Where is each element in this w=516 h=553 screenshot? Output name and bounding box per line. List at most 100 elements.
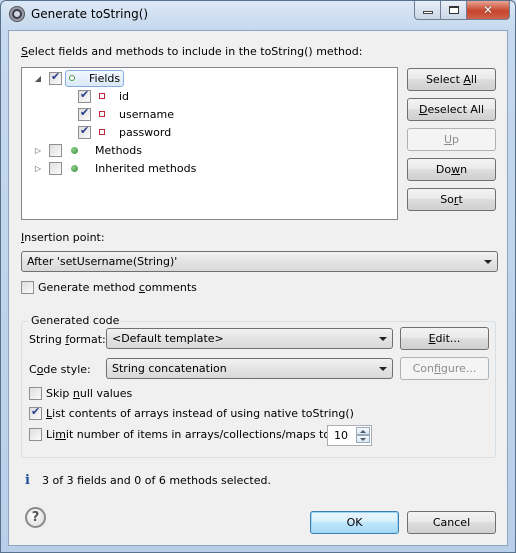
selection-label-text: elect fields and methods to include in t… [27,45,363,58]
list-arrays-checkbox[interactable] [29,405,42,420]
dialog-window: Generate toString() ✕ Select fields and … [0,0,516,553]
limit-items-checkbox[interactable] [29,428,42,441]
btn-text: eselect All [427,103,485,116]
tree-node-id[interactable]: id [78,87,129,105]
label-text: ormat: [69,333,106,346]
ok-button[interactable]: OK [310,511,399,534]
label-text: C [29,363,37,376]
edit-button[interactable]: Edit... [400,327,489,350]
public-method-icon [71,164,78,172]
btn-text: Do [435,163,452,176]
option-label: Generate method comments [38,281,197,294]
code-style-label: Code style: [29,363,91,376]
tree-node-username[interactable]: username [78,105,174,123]
collapse-arrow-icon[interactable]: ◢ [33,74,43,83]
methods-checkbox[interactable] [49,143,62,157]
help-icon[interactable]: ? [25,507,46,528]
up-button[interactable]: Up [407,128,496,151]
fields-checkbox[interactable] [49,70,62,85]
minimize-button[interactable] [414,1,441,20]
spinner-value[interactable]: 10 [334,429,348,442]
tree-node-inherited-methods[interactable]: ▷ Inherited methods [33,159,196,177]
tree-selection: Fields [65,69,125,87]
skip-null-checkbox[interactable] [29,387,42,400]
down-button[interactable]: Down [407,158,496,181]
insertion-point-dropdown[interactable]: After 'setUsername(String)' [21,251,498,272]
info-icon: i [25,473,30,488]
limit-items-option[interactable]: Limit number of items in arrays/collecti… [29,428,330,441]
mnemonic: f [433,362,441,375]
btn-text: p [452,133,460,146]
minimize-icon [422,11,433,14]
chevron-down-icon [484,260,492,264]
username-checkbox[interactable] [78,106,91,121]
title-bar[interactable]: Generate toString() ✕ [1,1,515,27]
generated-code-group: Generated code String format: <Default t… [21,314,496,458]
mnemonic: S [21,45,28,58]
tree-node-label: username [119,107,174,121]
spinner-up-icon[interactable] [356,427,370,435]
limit-items-spinner[interactable]: 10 [327,425,372,446]
sort-button[interactable]: Sort [407,188,496,211]
mnemonic: E [428,332,436,345]
dropdown-value: <Default template> [112,332,224,345]
configure-button[interactable]: Configure... [400,357,489,380]
tree-node-methods[interactable]: ▷ Methods [33,141,142,159]
field-group-icon [69,75,75,81]
tree-node-fields[interactable]: ◢ Fields [33,69,125,87]
close-button[interactable]: ✕ [467,1,510,20]
label-text: Li [46,428,56,441]
option-label: Limit number of items in arrays/collecti… [46,428,330,441]
label-text: nsertion point: [24,231,105,244]
generate-comments-option[interactable]: Generate method comments [21,281,197,294]
label-text: ist contents of arrays instead of using … [52,407,354,420]
private-field-icon [99,93,105,99]
dialog-content: Select fields and methods to include in … [8,30,508,546]
expand-arrow-icon[interactable]: ▷ [33,146,43,155]
string-format-label: String format: [29,333,106,346]
deselect-all-button[interactable]: Deselect All [407,98,496,121]
btn-text: t [458,193,463,206]
string-format-dropdown[interactable]: <Default template> [106,328,393,349]
tree-node-label: password [119,125,172,139]
chevron-down-icon [379,367,387,371]
tree-node-label: id [119,89,130,103]
option-label: List contents of arrays instead of using… [46,407,354,420]
mnemonic: w [451,163,461,176]
tree-node-password[interactable]: password [78,123,171,141]
id-checkbox[interactable] [78,88,91,103]
close-icon: ✕ [482,3,494,17]
expand-arrow-icon[interactable]: ▷ [33,164,43,173]
select-all-button[interactable]: Select All [407,68,496,91]
list-arrays-option[interactable]: List contents of arrays instead of using… [29,405,354,420]
btn-text: Select [425,73,464,86]
mnemonic: m [55,428,66,441]
public-method-icon [71,146,78,154]
tree-node-label: Inherited methods [95,161,197,175]
maximize-button[interactable] [441,1,467,20]
btn-text: igure... [440,362,477,375]
btn-text: Con [412,362,434,375]
inherited-methods-checkbox[interactable] [49,161,62,175]
skip-null-option[interactable]: Skip null values [29,387,132,400]
selection-label: Select fields and methods to include in … [21,45,362,58]
btn-text: dit... [435,332,461,345]
btn-text: ll [470,73,478,86]
tree-node-label: Fields [89,71,121,85]
dropdown-value: String concatenation [112,362,227,375]
cancel-button[interactable]: Cancel [407,511,496,534]
private-field-icon [99,111,105,117]
generate-comments-checkbox[interactable] [21,281,34,294]
label-text: it number of items in arrays/collections… [65,428,331,441]
code-style-dropdown[interactable]: String concatenation [106,358,393,379]
label-text: Generate method [38,281,139,294]
label-text: String [29,333,66,346]
chevron-down-icon [379,337,387,341]
members-tree[interactable]: ◢ Fields id username password [21,67,398,220]
mnemonic: U [443,133,453,146]
password-checkbox[interactable] [78,124,91,139]
group-title: Generated code [29,314,122,327]
label-text: omments [144,281,197,294]
eclipse-app-icon [10,7,24,21]
spinner-down-icon[interactable] [356,435,370,443]
